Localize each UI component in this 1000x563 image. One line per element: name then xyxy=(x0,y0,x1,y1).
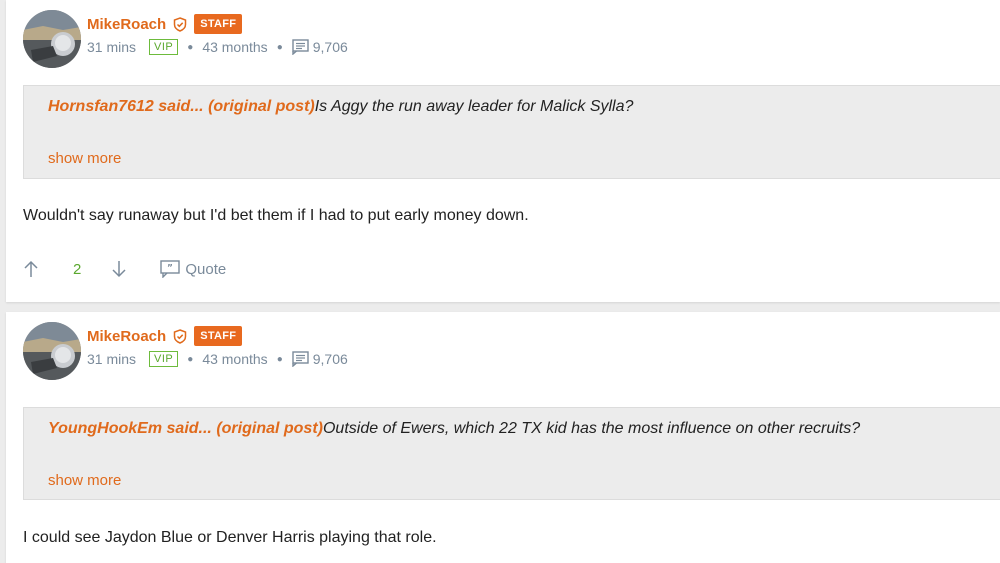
post-header: MikeRoach STAFF 31 mins VIP ● 43 months … xyxy=(23,10,348,68)
svg-text:”: ” xyxy=(167,264,173,274)
username[interactable]: MikeRoach xyxy=(87,328,166,345)
quote-label: Quote xyxy=(185,260,227,278)
quote-author[interactable]: Hornsfan7612 xyxy=(48,98,154,115)
staff-badge: STAFF xyxy=(194,14,243,34)
post-count: 9,706 xyxy=(312,39,348,55)
post-time: 31 mins xyxy=(87,351,137,367)
quote-block: YoungHookEm said... (original post)Outsi… xyxy=(23,407,1000,500)
arrow-down-icon[interactable] xyxy=(111,260,127,278)
quote-text: Is Aggy the run away leader for Malick S… xyxy=(314,98,634,115)
quote-button[interactable]: ” Quote xyxy=(160,260,226,278)
username[interactable]: MikeRoach xyxy=(87,16,166,33)
avatar[interactable] xyxy=(23,10,81,68)
post-time: 31 mins xyxy=(87,39,137,55)
original-post-link[interactable]: original post xyxy=(213,98,309,115)
separator-dot: ● xyxy=(187,353,194,365)
post-header: MikeRoach STAFF 31 mins VIP ● 43 months … xyxy=(23,322,348,380)
post-actions: 2 ” Quote xyxy=(23,256,226,282)
quote-said: said... xyxy=(162,420,212,437)
vote-count: 2 xyxy=(73,260,82,278)
member-tenure: 43 months xyxy=(202,39,268,55)
quote-author[interactable]: YoungHookEm xyxy=(48,420,162,437)
separator-dot: ● xyxy=(276,41,283,53)
shield-icon xyxy=(173,328,187,344)
show-more-link[interactable]: show more xyxy=(48,472,121,489)
post: MikeRoach STAFF 31 mins VIP ● 43 months … xyxy=(6,0,1000,302)
quote-icon: ” xyxy=(160,260,181,278)
vip-badge: VIP xyxy=(149,351,179,367)
member-tenure: 43 months xyxy=(202,351,268,367)
vip-badge: VIP xyxy=(149,39,179,55)
post-body: I could see Jaydon Blue or Denver Harris… xyxy=(23,529,437,546)
posts-icon xyxy=(292,39,309,55)
avatar[interactable] xyxy=(23,322,81,380)
quote-text: Outside of Ewers, which 22 TX kid has th… xyxy=(322,420,861,437)
quote-block: Hornsfan7612 said... (original post)Is A… xyxy=(23,85,1000,179)
separator-dot: ● xyxy=(187,41,194,53)
shield-icon xyxy=(173,16,187,32)
posts-icon xyxy=(292,351,309,367)
show-more-link[interactable]: show more xyxy=(48,150,121,167)
original-post-link[interactable]: original post xyxy=(222,420,318,437)
staff-badge: STAFF xyxy=(194,326,243,346)
quote-line: YoungHookEm said... (original post)Outsi… xyxy=(48,420,860,438)
post: MikeRoach STAFF 31 mins VIP ● 43 months … xyxy=(6,312,1000,563)
quote-said: said... xyxy=(153,98,204,115)
post-body: Wouldn't say runaway but I'd bet them if… xyxy=(23,207,529,224)
quote-line: Hornsfan7612 said... (original post)Is A… xyxy=(48,98,633,116)
arrow-up-icon[interactable] xyxy=(23,260,39,278)
post-count: 9,706 xyxy=(312,351,348,367)
separator-dot: ● xyxy=(276,353,283,365)
